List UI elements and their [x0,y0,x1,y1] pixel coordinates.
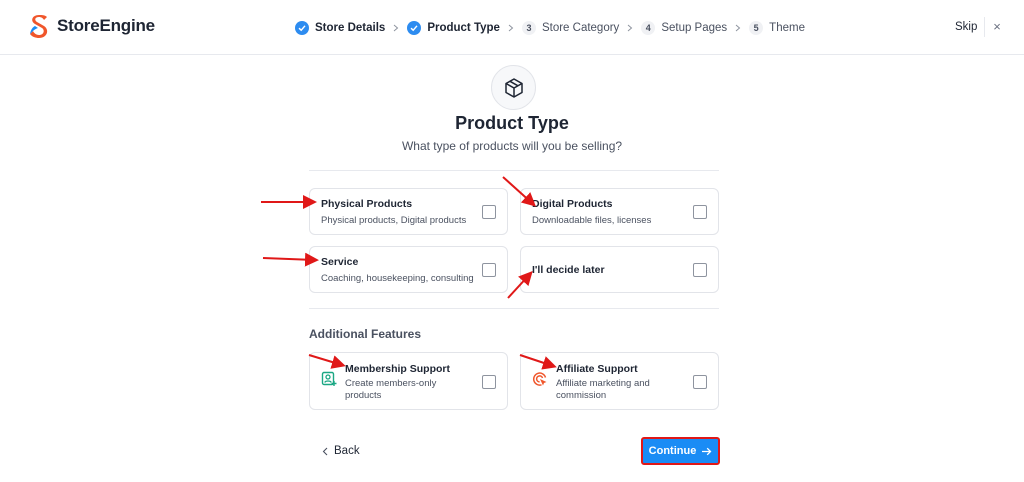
step-theme[interactable]: 5 Theme [749,21,805,35]
option-title: Service [321,256,359,268]
step-setup-pages[interactable]: 4 Setup Pages [641,21,727,35]
feature-title: Membership Support [345,363,451,375]
top-bar: StoreEngine Store Details Product Type 3… [0,0,1024,55]
physical-products-checkbox[interactable] [482,205,496,219]
feature-description: Affiliate marketing and commission [556,378,650,401]
header-divider [984,17,985,37]
option-digital-products[interactable]: Digital Products Downloadable files, lic… [520,188,719,235]
option-decide-later[interactable]: I'll decide later [520,246,719,293]
decide-later-checkbox[interactable] [693,263,707,277]
option-title: Physical Products [321,198,413,210]
chevron-left-icon [322,447,328,455]
chevron-right-icon [508,24,514,32]
continue-label: Continue [648,445,697,457]
target-icon [533,372,547,386]
option-physical-products[interactable]: Physical Products Physical products, Dig… [309,188,508,235]
back-button[interactable]: Back [322,445,360,457]
chevron-right-icon [627,24,633,32]
brand-name: StoreEngine [57,16,155,35]
option-service[interactable]: Service Coaching, housekeeping, consulti… [309,246,508,293]
check-icon [295,21,309,35]
feature-description: Create members-only products [345,378,437,401]
membership-support-checkbox[interactable] [482,375,496,389]
feature-title: Affiliate Support [556,363,638,375]
step-label: Theme [769,22,805,34]
step-label: Store Category [541,22,620,34]
chevron-right-icon [393,24,399,32]
chevron-right-icon [735,24,741,32]
service-checkbox[interactable] [482,263,496,277]
digital-products-checkbox[interactable] [693,205,707,219]
step-store-details[interactable]: Store Details [295,21,385,35]
option-description: Physical products, Digital products [321,215,467,226]
arrow-right-icon [702,447,712,455]
section-divider [309,308,719,309]
storeengine-logo-icon [30,15,48,38]
step-number: 3 [521,21,536,35]
step-label: Store Details [315,22,386,34]
close-icon[interactable]: × [990,19,1004,35]
additional-features-heading: Additional Features [309,327,422,341]
step-product-type[interactable]: Product Type [407,21,500,35]
option-description: Downloadable files, licenses [532,215,652,226]
affiliate-support-checkbox[interactable] [693,375,707,389]
member-icon [321,371,337,386]
box-icon [504,77,523,98]
feature-membership-support[interactable]: Membership Support Create members-only p… [309,352,508,410]
skip-button[interactable]: Skip [955,21,977,33]
option-description: Coaching, housekeeping, consulting [321,273,474,284]
page-title: Product Type [455,113,569,133]
section-divider [309,170,719,171]
setup-stepper: Store Details Product Type 3 Store Categ… [295,19,805,37]
step-label: Product Type [427,22,500,34]
step-label: Setup Pages [661,22,728,34]
option-title: I'll decide later [532,264,605,276]
page-subtitle: What type of products will you be sellin… [401,139,623,153]
brand-logo[interactable]: StoreEngine [27,13,155,39]
check-icon [407,21,422,35]
continue-button[interactable]: Continue [641,437,720,465]
annotation-arrow [262,252,319,267]
product-type-badge [491,65,536,110]
back-label: Back [334,445,360,457]
feature-affiliate-support[interactable]: Affiliate Support Affiliate marketing an… [520,352,719,410]
step-number: 4 [641,21,656,35]
step-number: 5 [749,21,764,35]
option-title: Digital Products [532,198,613,210]
step-store-category[interactable]: 3 Store Category [521,21,620,35]
